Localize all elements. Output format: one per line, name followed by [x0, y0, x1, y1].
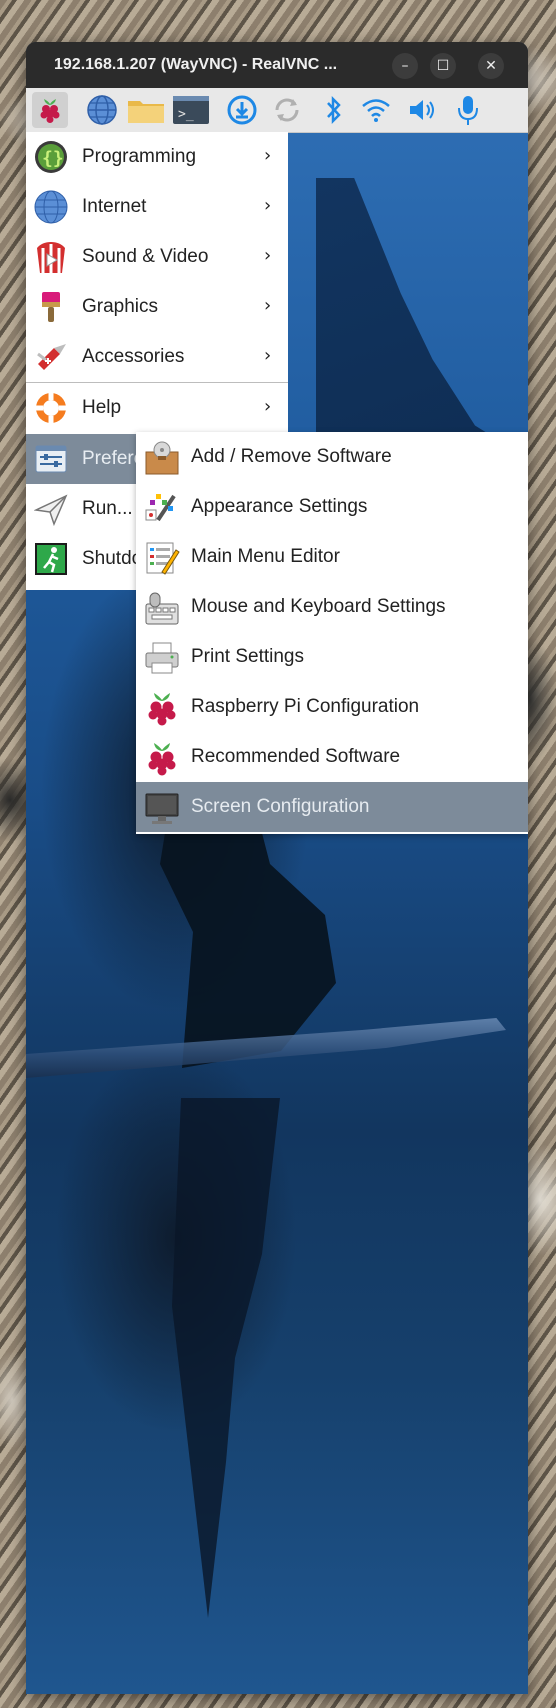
submenu-item-raspberry-pi-configuration[interactable]: Raspberry Pi Configuration	[136, 682, 528, 732]
terminal-icon[interactable]: >_	[172, 94, 210, 126]
submenu-item-mouse-keyboard-settings[interactable]: Mouse and Keyboard Settings	[136, 582, 528, 632]
submenu-item-label: Mouse and Keyboard Settings	[191, 596, 446, 617]
monitor-icon	[144, 790, 180, 826]
vnc-window: 192.168.1.207 (WayVNC) - RealVNC ... – ☐…	[26, 42, 528, 1694]
menu-item-internet[interactable]: Internet ›	[26, 182, 288, 232]
microphone-icon[interactable]	[452, 94, 484, 126]
submenu-item-main-menu-editor[interactable]: Main Menu Editor	[136, 532, 528, 582]
chevron-right-icon: ›	[264, 195, 272, 216]
accessories-icon	[34, 340, 68, 374]
window-titlebar[interactable]: 192.168.1.207 (WayVNC) - RealVNC ... – ☐…	[26, 42, 528, 88]
menu-item-sound-video[interactable]: Sound & Video ›	[26, 232, 288, 282]
menu-item-graphics[interactable]: Graphics ›	[26, 282, 288, 332]
preferences-icon	[34, 442, 68, 476]
submenu-item-label: Print Settings	[191, 646, 304, 667]
run-icon	[33, 492, 68, 527]
maximize-button[interactable]: ☐	[430, 53, 456, 79]
programming-icon: {}	[34, 140, 68, 174]
submenu-item-label: Recommended Software	[191, 746, 401, 767]
submenu-item-label: Appearance Settings	[191, 496, 368, 517]
minimize-button[interactable]: –	[392, 53, 418, 79]
updates-icon[interactable]	[226, 94, 258, 126]
menu-item-label: Internet	[82, 196, 147, 217]
menu-item-programming[interactable]: {} Programming ›	[26, 132, 288, 182]
file-manager-icon[interactable]	[126, 94, 166, 126]
chevron-right-icon: ›	[264, 295, 272, 316]
help-icon	[34, 391, 68, 425]
taskbar: >_	[26, 88, 528, 133]
menu-item-label: Shutdo	[82, 548, 143, 569]
printer-icon	[144, 640, 180, 676]
sync-icon[interactable]	[271, 94, 303, 126]
preferences-submenu: Add / Remove Software Appearance Setting…	[136, 432, 528, 834]
menu-item-label: Graphics	[82, 296, 159, 317]
terminal-prompt: >_	[178, 107, 194, 122]
window-title: 192.168.1.207 (WayVNC) - RealVNC ...	[54, 56, 338, 73]
menu-item-help[interactable]: Help ›	[26, 383, 288, 433]
menu-item-label: Help	[82, 397, 122, 418]
appearance-icon	[144, 490, 180, 526]
shutdown-icon	[34, 542, 68, 576]
menu-item-label: Prefere	[82, 448, 145, 469]
svg-text:{}: {}	[42, 148, 64, 169]
submenu-item-label: Screen Configuration	[191, 796, 370, 817]
raspberry-pi-icon	[144, 740, 180, 776]
internet-icon	[34, 190, 68, 224]
submenu-item-label: Raspberry Pi Configuration	[191, 696, 420, 717]
close-button[interactable]: ✕	[478, 53, 504, 79]
wallpaper-reflection	[172, 1098, 280, 1618]
chevron-right-icon: ›	[264, 345, 272, 366]
submenu-item-label: Main Menu Editor	[191, 546, 340, 567]
chevron-right-icon: ›	[264, 145, 272, 166]
submenu-item-label: Add / Remove Software	[191, 446, 392, 467]
menu-item-accessories[interactable]: Accessories ›	[26, 332, 288, 382]
volume-icon[interactable]	[406, 94, 438, 126]
graphics-icon	[34, 290, 68, 324]
menu-item-label: Programming	[82, 146, 197, 167]
bluetooth-icon[interactable]	[318, 94, 350, 126]
chevron-right-icon: ›	[264, 245, 272, 266]
menu-item-label: Accessories	[82, 346, 185, 367]
submenu-item-appearance-settings[interactable]: Appearance Settings	[136, 482, 528, 532]
web-browser-icon[interactable]	[86, 94, 118, 126]
chevron-right-icon: ›	[264, 396, 272, 417]
submenu-item-screen-configuration[interactable]: Screen Configuration	[136, 782, 528, 832]
package-icon	[144, 440, 180, 476]
menu-editor-icon	[144, 540, 180, 576]
menu-item-label: Run...	[82, 498, 133, 519]
submenu-item-add-remove-software[interactable]: Add / Remove Software	[136, 432, 528, 482]
submenu-item-recommended-software[interactable]: Recommended Software	[136, 732, 528, 782]
raspberry-pi-icon	[144, 690, 180, 726]
mouse-keyboard-icon	[144, 590, 180, 626]
menu-item-label: Sound & Video	[82, 246, 209, 267]
sound-video-icon	[34, 240, 68, 274]
wifi-icon[interactable]	[360, 94, 392, 126]
submenu-item-print-settings[interactable]: Print Settings	[136, 632, 528, 682]
raspberry-pi-menu-icon[interactable]	[32, 92, 68, 128]
